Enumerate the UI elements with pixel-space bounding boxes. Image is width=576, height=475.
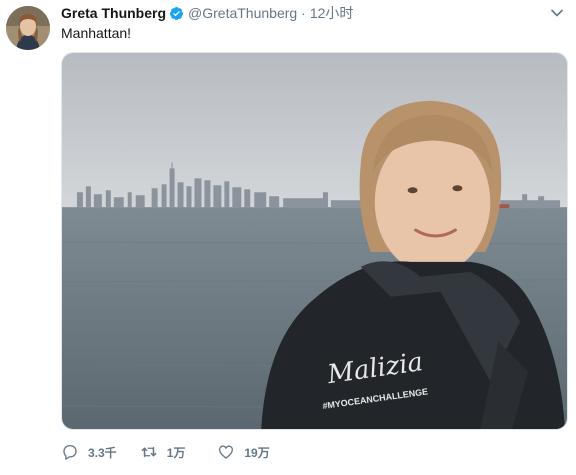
verified-badge-icon	[169, 6, 184, 21]
retweet-button[interactable]: 1万	[140, 443, 186, 461]
avatar[interactable]	[6, 6, 50, 50]
reply-icon	[63, 444, 77, 460]
tweet-text: Manhattan!	[61, 25, 132, 41]
retweet-icon	[141, 446, 157, 458]
chevron-down-icon[interactable]	[550, 6, 564, 20]
reply-button[interactable]: 3.3千	[61, 443, 117, 461]
author-name[interactable]: Greta Thunberg	[61, 5, 166, 21]
reply-count: 3.3千	[88, 445, 117, 460]
timestamp[interactable]: 12小时	[310, 3, 354, 23]
separator-dot: ·	[301, 5, 306, 21]
tweet: Greta Thunberg @GretaThunberg · 12小时 Man…	[0, 0, 576, 475]
tweet-header: Greta Thunberg @GretaThunberg · 12小时	[61, 3, 353, 23]
tweet-actions: 3.3千 1万 19万	[61, 443, 298, 461]
heart-icon	[219, 445, 234, 459]
retweet-count: 1万	[166, 445, 186, 460]
tweet-photo[interactable]: Malizia #MYOCEANCHALLENGE	[61, 52, 568, 430]
author-handle[interactable]: @GretaThunberg	[188, 5, 297, 21]
like-button[interactable]: 19万	[217, 443, 270, 461]
like-count: 19万	[244, 445, 270, 460]
